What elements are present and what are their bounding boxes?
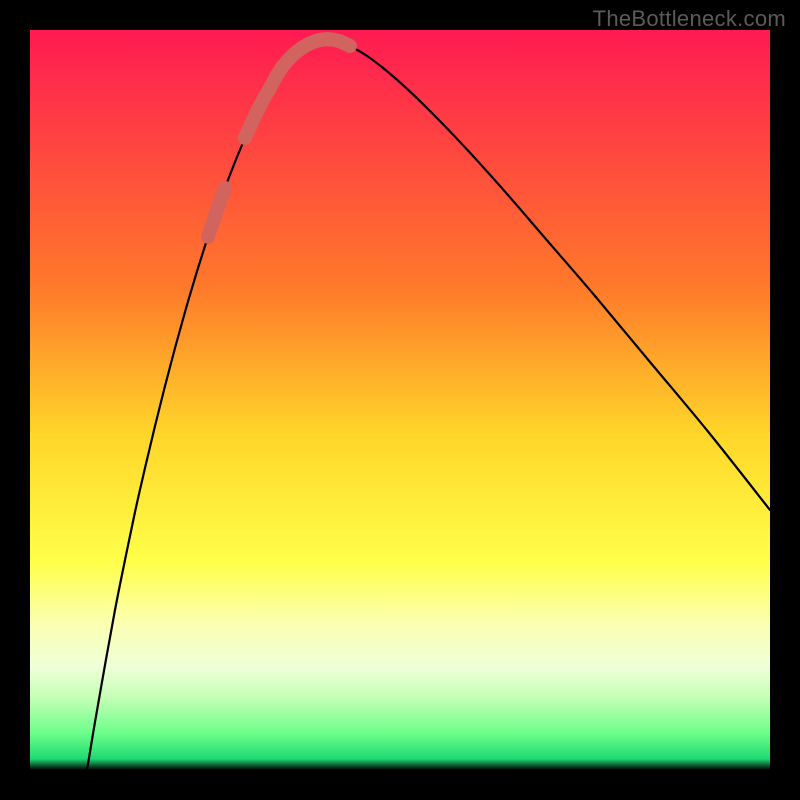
watermark-text: TheBottleneck.com [593,6,786,32]
highlight-segment [310,39,350,46]
highlight-segment [245,39,332,138]
plot-area [30,30,770,770]
bottleneck-curve [30,30,770,770]
chart-frame: TheBottleneck.com [0,0,800,800]
highlight-segment [208,188,225,237]
